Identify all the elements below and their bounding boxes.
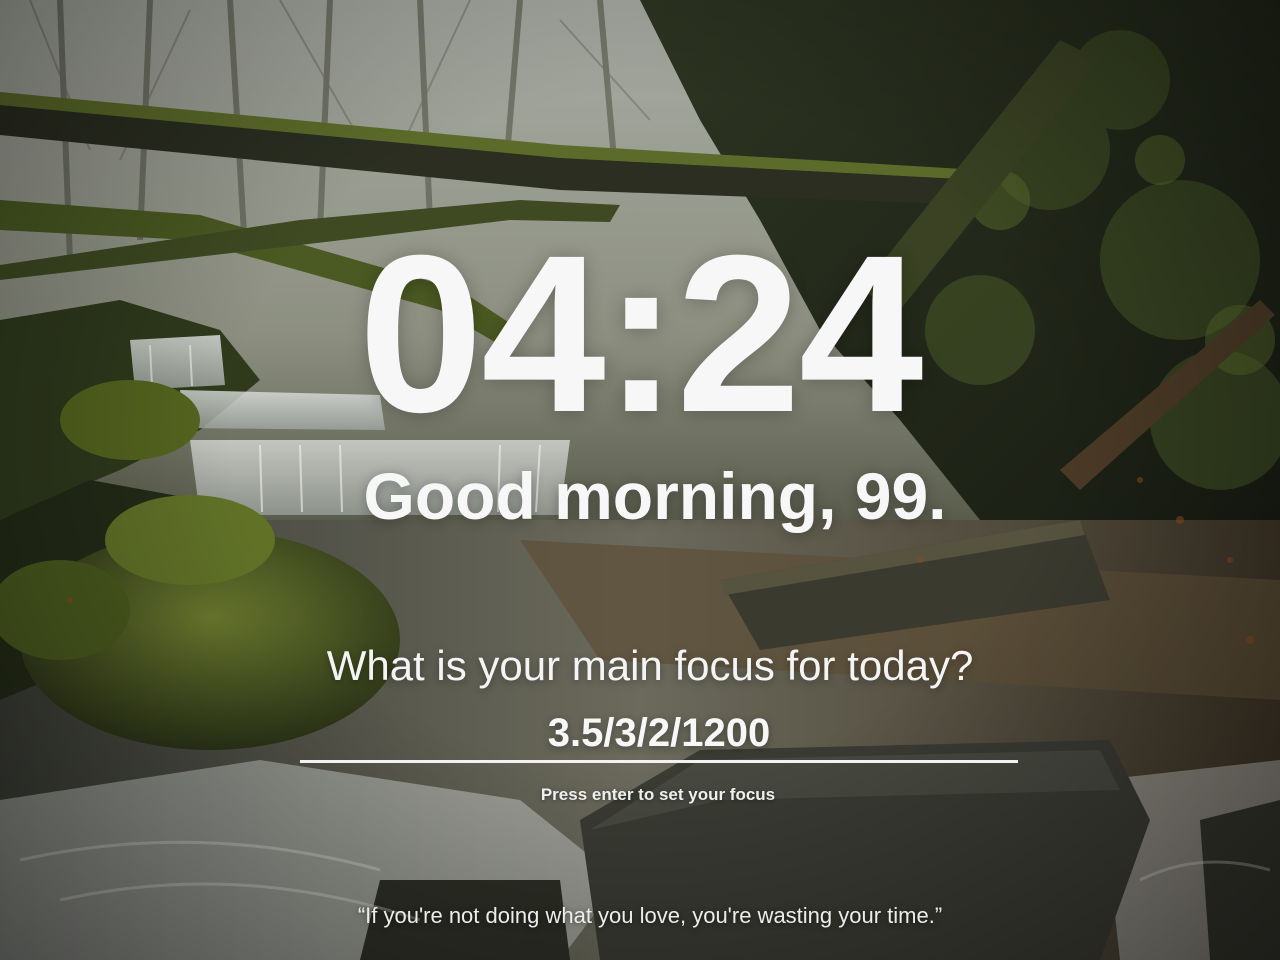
clock-time: 04:24 xyxy=(358,209,924,459)
daily-quote[interactable]: “If you're not doing what you love, you'… xyxy=(0,902,1280,930)
focus-input[interactable] xyxy=(300,706,1018,763)
focus-question: What is your main focus for today? xyxy=(326,642,974,689)
momentum-new-tab-screen: 04:24 Good morning, 99. What is your mai… xyxy=(0,0,1280,960)
greeting-text: Good morning, 99. xyxy=(363,459,947,533)
focus-hint: Press enter to set your focus xyxy=(540,785,776,804)
